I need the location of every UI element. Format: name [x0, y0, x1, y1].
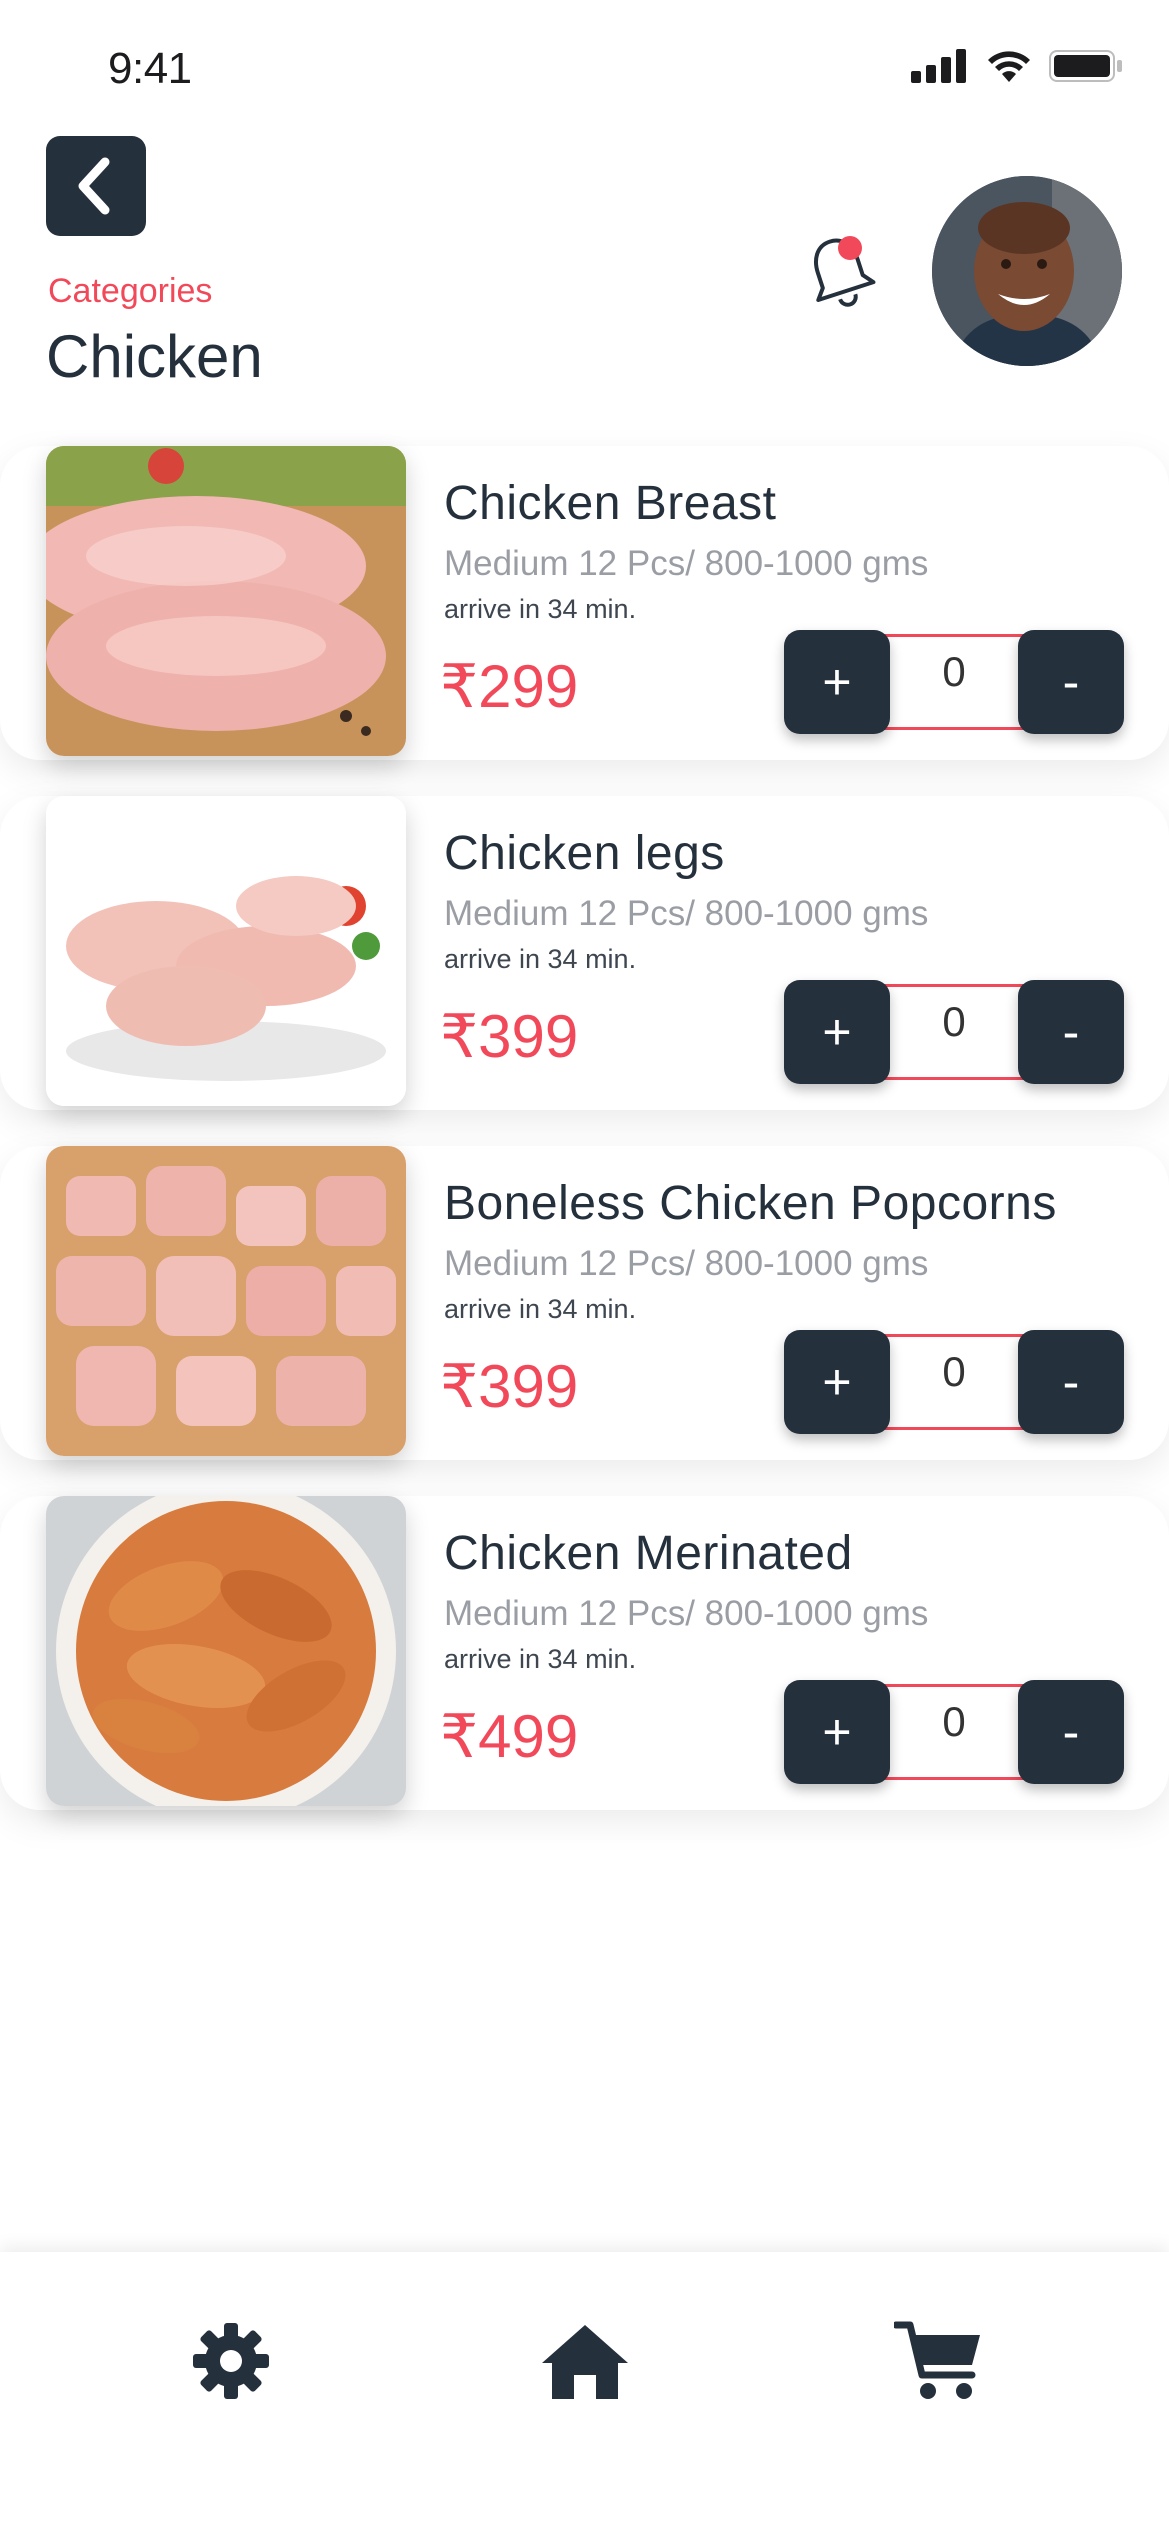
quantity-stepper: + 0 - — [784, 1680, 1124, 1784]
product-price: ₹499 — [440, 1703, 579, 1770]
delivery-time: arrive in 34 min. — [444, 1644, 637, 1674]
notification-bell-icon — [814, 236, 876, 307]
product-description: Medium 12 Pcs/ 800-1000 gms — [444, 894, 929, 933]
back-button[interactable] — [46, 136, 146, 236]
wifi-icon — [988, 51, 1030, 82]
quantity-value: 0 — [942, 1698, 966, 1745]
quantity-value: 0 — [942, 998, 966, 1045]
increment-button[interactable]: + — [784, 630, 890, 734]
product-name: Boneless Chicken Popcorns — [444, 1177, 1057, 1230]
chevron-left-icon — [78, 157, 110, 215]
avatar[interactable] — [932, 176, 1122, 366]
product-card[interactable]: Chicken Breast Medium 12 Pcs/ 800-1000 g… — [0, 446, 1169, 760]
product-image — [46, 1146, 406, 1456]
product-card[interactable]: Chicken Merinated Medium 12 Pcs/ 800-100… — [0, 1496, 1169, 1810]
decrement-button[interactable]: - — [1018, 1330, 1124, 1434]
home-icon — [542, 2325, 628, 2399]
chicken-legs-image — [46, 796, 406, 1106]
product-name: Chicken Breast — [444, 477, 777, 530]
product-card[interactable]: Chicken legs Medium 12 Pcs/ 800-1000 gms… — [0, 796, 1169, 1110]
product-name: Chicken legs — [444, 827, 725, 880]
status-time: 9:41 — [108, 44, 192, 93]
delivery-time: arrive in 34 min. — [444, 1294, 637, 1324]
quantity-value: 0 — [942, 648, 966, 695]
product-price: ₹299 — [440, 653, 579, 720]
decrement-button[interactable]: - — [1018, 980, 1124, 1084]
product-name: Chicken Merinated — [444, 1527, 853, 1580]
nav-cart[interactable] — [884, 2306, 994, 2416]
decrement-button[interactable]: - — [1018, 1680, 1124, 1784]
quantity-stepper: + 0 - — [784, 980, 1124, 1084]
delivery-time: arrive in 34 min. — [444, 594, 637, 624]
signal-icon — [911, 49, 966, 83]
quantity-value: 0 — [942, 1348, 966, 1395]
bottom-nav — [0, 2252, 1169, 2531]
increment-button[interactable]: + — [784, 1330, 890, 1434]
increment-button[interactable]: + — [784, 1680, 890, 1784]
quantity-stepper: + 0 - — [784, 1330, 1124, 1434]
nav-home[interactable] — [530, 2306, 640, 2416]
increment-button[interactable]: + — [784, 980, 890, 1084]
settings-gear-icon — [193, 2323, 269, 2399]
delivery-time: arrive in 34 min. — [444, 944, 637, 974]
product-image — [46, 1496, 406, 1806]
product-description: Medium 12 Pcs/ 800-1000 gms — [444, 1594, 929, 1633]
product-description: Medium 12 Pcs/ 800-1000 gms — [444, 544, 929, 583]
status-icons — [911, 48, 1123, 84]
notification-button[interactable] — [800, 228, 880, 318]
decrement-button[interactable]: - — [1018, 630, 1124, 734]
chicken-marinated-image — [46, 1496, 406, 1806]
category-label: Categories — [48, 272, 213, 310]
product-price: ₹399 — [440, 1003, 579, 1070]
product-card[interactable]: Boneless Chicken Popcorns Medium 12 Pcs/… — [0, 1146, 1169, 1460]
cart-icon — [894, 2321, 980, 2399]
product-price: ₹399 — [440, 1353, 579, 1420]
quantity-stepper: + 0 - — [784, 630, 1124, 734]
chicken-breast-image — [46, 446, 406, 756]
product-image — [46, 796, 406, 1106]
boneless-chicken-image — [46, 1146, 406, 1456]
nav-settings[interactable] — [176, 2306, 286, 2416]
user-photo-icon — [932, 176, 1122, 366]
product-image — [46, 446, 406, 756]
battery-icon — [1049, 50, 1122, 82]
page-title: Chicken — [46, 323, 263, 390]
product-description: Medium 12 Pcs/ 800-1000 gms — [444, 1244, 929, 1283]
